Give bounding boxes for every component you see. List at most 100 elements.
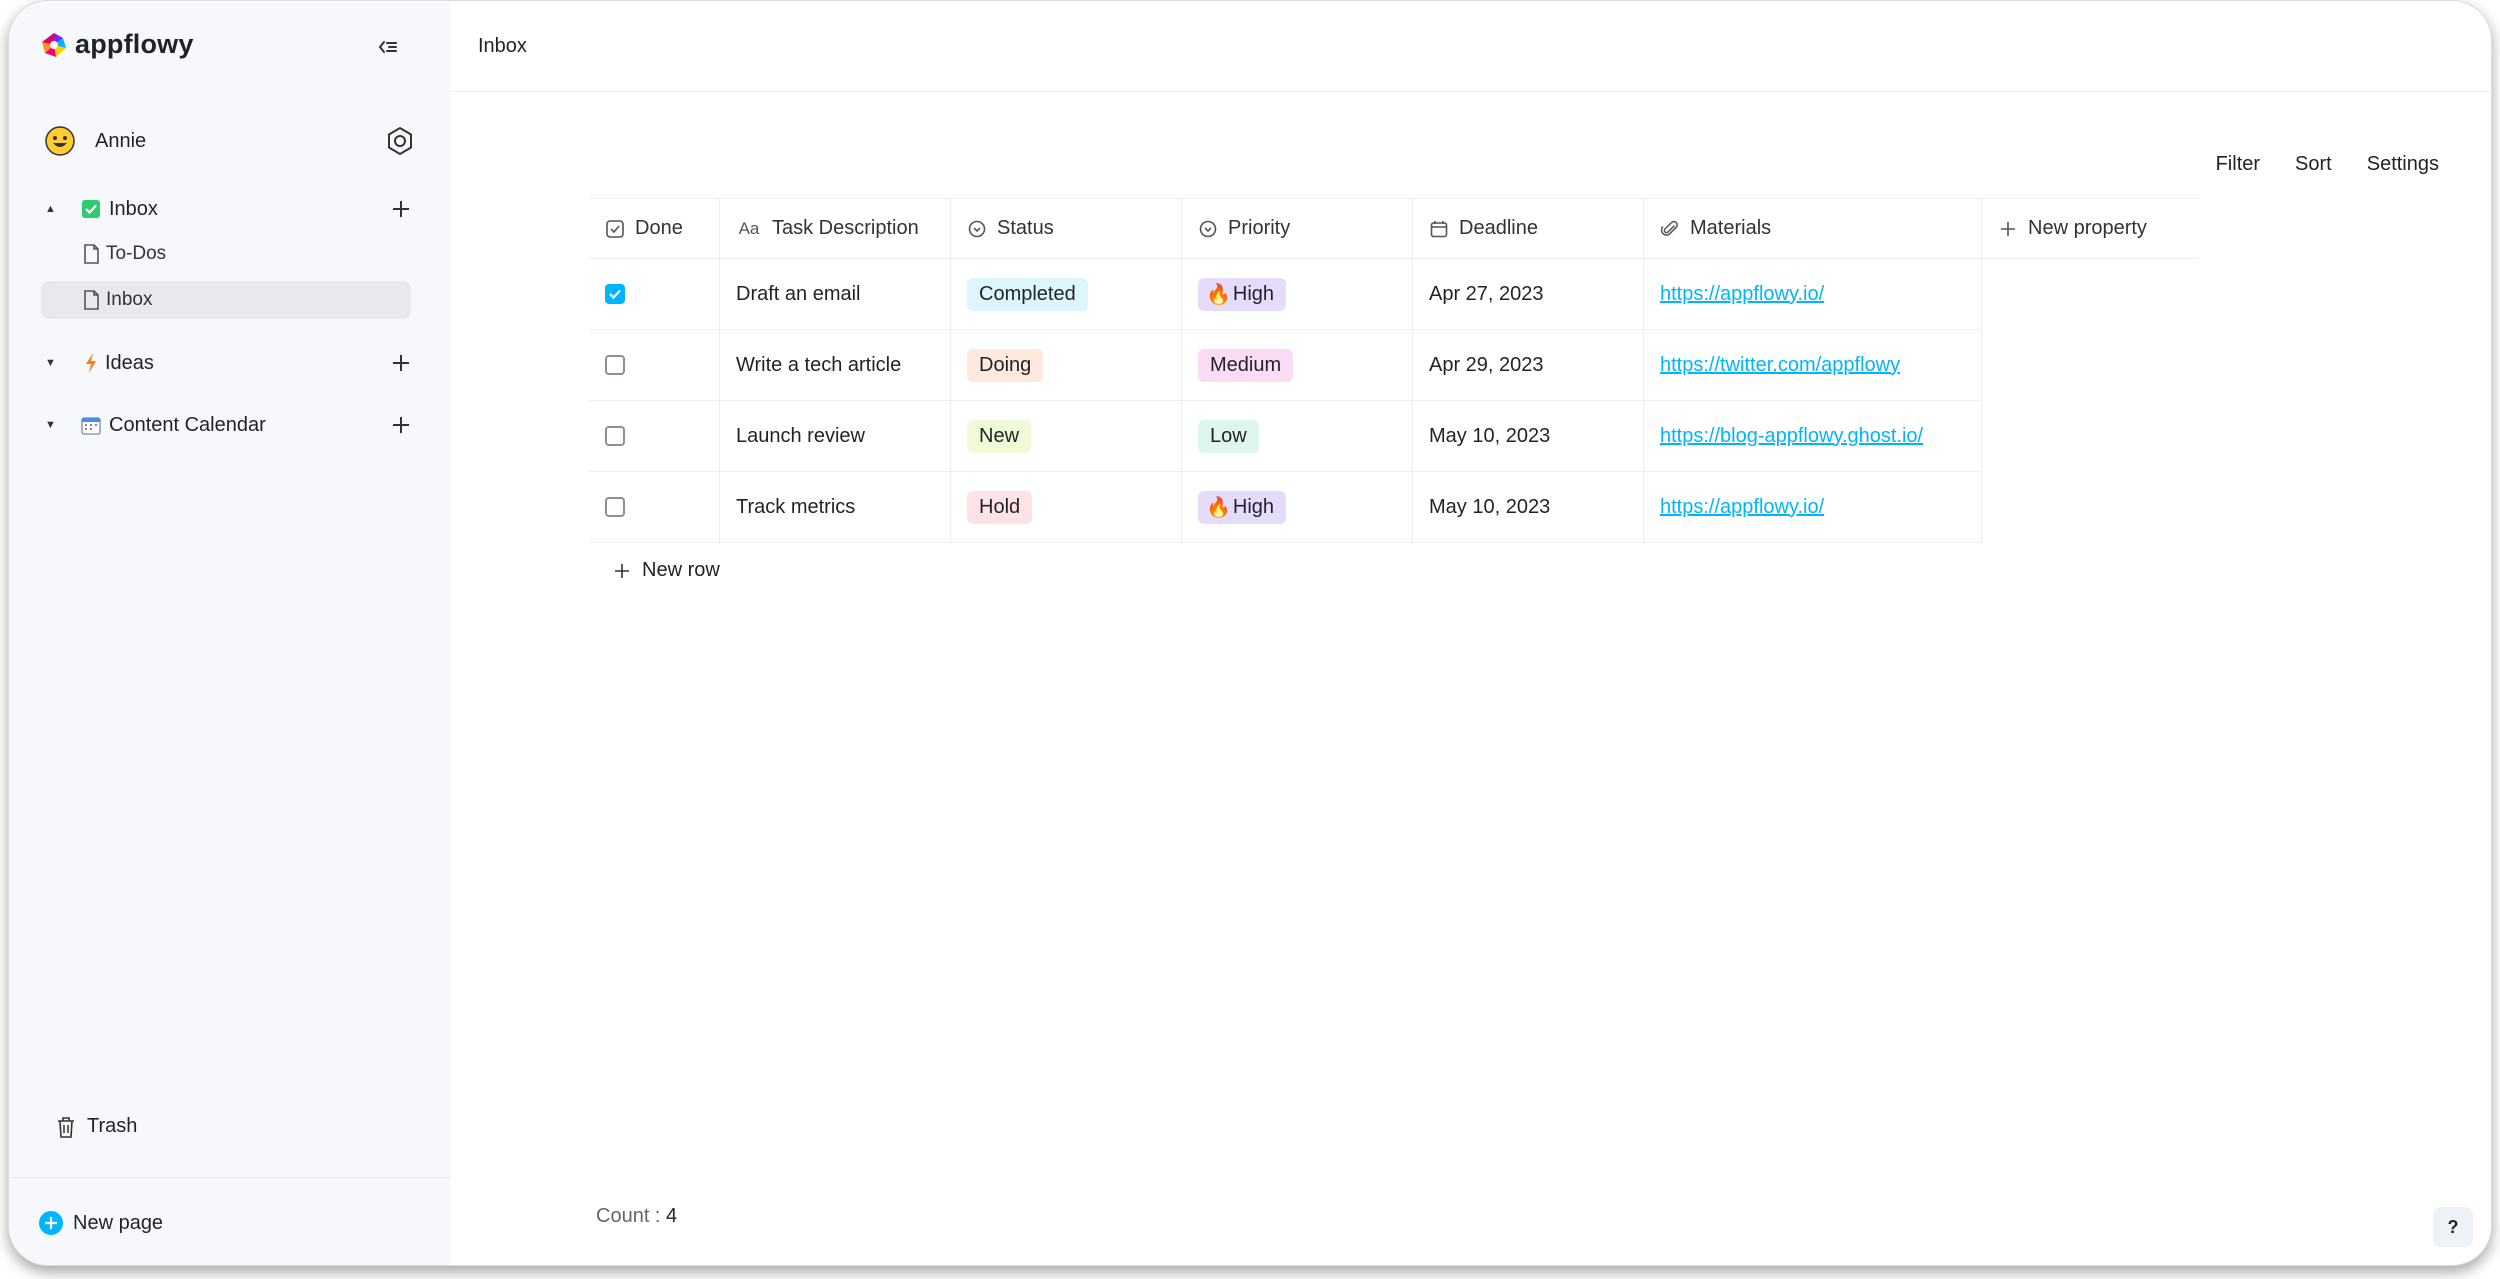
add-page-icon[interactable] (391, 199, 411, 219)
sort-button[interactable]: Sort (2295, 153, 2332, 176)
sidebar-item-label: Inbox (109, 197, 158, 220)
checkbox-unchecked[interactable] (605, 355, 625, 375)
sidebar-item-label: Inbox (106, 289, 153, 310)
settings-button[interactable]: Settings (2367, 153, 2439, 176)
row-count: Count : 4 (596, 1205, 677, 1228)
table-cell-materials[interactable]: https://twitter.com/appflowy (1644, 330, 1982, 401)
table-cell-materials[interactable]: https://appflowy.io/ (1644, 472, 1982, 543)
new-page-button[interactable]: New page (39, 1211, 163, 1235)
app-window: appflowy Annie ▲ Inbox To-Dos Inbox ▼ Id… (8, 0, 2492, 1266)
trash-label: Trash (87, 1115, 138, 1137)
column-header-materials[interactable]: Materials (1644, 198, 1982, 259)
sidebar-item-content-calendar[interactable]: ▼ Content Calendar (45, 407, 415, 443)
divider (9, 1177, 450, 1178)
plus-circle-icon (39, 1211, 63, 1235)
table-cell-task[interactable]: Write a tech article (720, 330, 951, 401)
add-page-icon[interactable] (391, 415, 411, 435)
table-cell-done[interactable] (589, 259, 720, 330)
status-badge: Hold (967, 490, 1033, 524)
column-header-label: Materials (1690, 217, 1772, 239)
count-value: 4 (666, 1205, 678, 1227)
checkbox-icon (605, 219, 625, 239)
table-cell-priority[interactable]: 🔥 High (1182, 259, 1413, 330)
sidebar-item-ideas[interactable]: ▼ Ideas (45, 345, 415, 381)
table-cell-done[interactable] (589, 401, 720, 472)
table-cell-done[interactable] (589, 472, 720, 543)
materials-link[interactable]: https://twitter.com/appflowy (1660, 354, 1900, 377)
column-header-deadline[interactable]: Deadline (1413, 198, 1644, 259)
sidebar-item-label: Ideas (105, 351, 154, 374)
sidebar-item-inbox-grid[interactable]: Inbox (41, 281, 411, 319)
single-select-icon (1198, 219, 1218, 239)
priority-badge: Low (1198, 419, 1259, 453)
table-cell-status[interactable]: Doing (951, 330, 1182, 401)
new-page-label: New page (73, 1211, 164, 1234)
document-icon (84, 290, 99, 310)
column-header-label: Task Description (772, 217, 919, 239)
column-header-task-description[interactable]: Aa Task Description (720, 198, 951, 259)
user-row[interactable]: Annie (45, 123, 415, 159)
fire-icon: 🔥 (1206, 496, 1231, 519)
table-cell-priority[interactable]: Low (1182, 401, 1413, 472)
collapse-icon (378, 41, 397, 53)
trash-button[interactable]: Trash (57, 1115, 137, 1138)
status-badge: Doing (967, 348, 1044, 382)
single-select-icon (967, 219, 987, 239)
plus-icon (1998, 219, 2018, 239)
column-header-label: Status (997, 217, 1054, 239)
add-page-icon[interactable] (391, 353, 411, 373)
sidebar-item-label: To-Dos (106, 243, 167, 264)
help-button[interactable]: ? (2433, 1207, 2473, 1247)
column-header-done[interactable]: Done (589, 198, 720, 259)
table-cell-done[interactable] (589, 330, 720, 401)
table-cell-priority[interactable]: Medium (1182, 330, 1413, 401)
document-icon (84, 244, 99, 264)
caret-up-icon[interactable]: ▲ (45, 203, 61, 215)
checkbox-unchecked[interactable] (605, 426, 625, 446)
caret-down-icon[interactable]: ▼ (45, 357, 61, 369)
new-property-button[interactable]: New property (1982, 198, 2198, 259)
new-row-button[interactable]: New row (614, 559, 720, 582)
table-cell-task[interactable]: Track metrics (720, 472, 951, 543)
column-header-label: Done (635, 217, 683, 239)
column-header-label: New property (2028, 217, 2147, 239)
table-cell-task[interactable]: Launch review (720, 401, 951, 472)
table-cell-deadline[interactable]: Apr 29, 2023 (1413, 330, 1644, 401)
table-cell-status[interactable]: New (951, 401, 1182, 472)
priority-badge: Medium (1198, 348, 1294, 382)
sidebar-item-label: Content Calendar (109, 413, 266, 436)
table-cell-deadline[interactable]: May 10, 2023 (1413, 401, 1644, 472)
collapse-sidebar-button[interactable] (375, 34, 401, 60)
priority-label: High (1232, 282, 1275, 305)
breadcrumb[interactable]: Inbox (478, 35, 527, 58)
settings-icon[interactable] (385, 126, 415, 156)
materials-link[interactable]: https://blog-appflowy.ghost.io/ (1660, 425, 1923, 448)
column-header-status[interactable]: Status (951, 198, 1182, 259)
table-cell-deadline[interactable]: Apr 27, 2023 (1413, 259, 1644, 330)
table-cell-status[interactable]: Completed (951, 259, 1182, 330)
materials-link[interactable]: https://appflowy.io/ (1660, 283, 1824, 306)
table-cell-priority[interactable]: 🔥 High (1182, 472, 1413, 543)
table-cell-task[interactable]: Draft an email (720, 259, 951, 330)
top-bar: Inbox (450, 1, 2491, 92)
sidebar-item-todos[interactable]: To-Dos (41, 235, 411, 273)
checkbox-checked[interactable] (605, 284, 625, 304)
table-cell-deadline[interactable]: May 10, 2023 (1413, 472, 1644, 543)
column-header-label: Priority (1228, 217, 1291, 239)
count-label: Count : (596, 1205, 667, 1227)
table-cell-status[interactable]: Hold (951, 472, 1182, 543)
sidebar-item-inbox[interactable]: ▲ Inbox (45, 191, 415, 227)
materials-link[interactable]: https://appflowy.io/ (1660, 496, 1824, 519)
user-name: Annie (95, 129, 147, 152)
priority-label: High (1232, 495, 1275, 518)
caret-down-icon[interactable]: ▼ (45, 419, 61, 431)
new-row-label: New row (642, 559, 720, 581)
table-cell-materials[interactable]: https://appflowy.io/ (1644, 259, 1982, 330)
calendar-icon (81, 415, 101, 435)
checkbox-unchecked[interactable] (605, 497, 625, 517)
fire-icon: 🔥 (1206, 283, 1231, 306)
filter-button[interactable]: Filter (2216, 153, 2260, 176)
column-header-priority[interactable]: Priority (1182, 198, 1413, 259)
app-logo: appflowy (39, 29, 194, 60)
table-cell-materials[interactable]: https://blog-appflowy.ghost.io/ (1644, 401, 1982, 472)
